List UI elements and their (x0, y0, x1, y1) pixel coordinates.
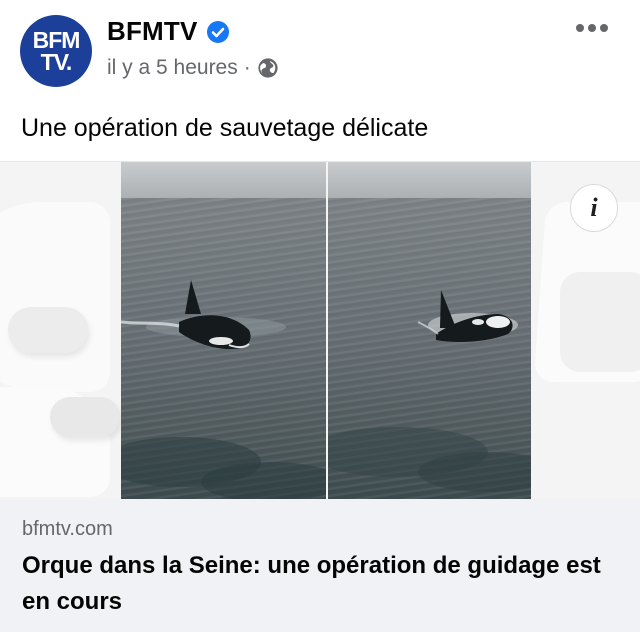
more-dot (600, 24, 608, 32)
post-timestamp[interactable]: il y a 5 heures (107, 56, 238, 80)
info-glyph: i (590, 193, 598, 222)
post-header: BFM TV. BFMTV il y a 5 heures · (0, 0, 640, 105)
info-icon[interactable]: i (570, 184, 618, 232)
page-name-row: BFMTV (107, 16, 230, 47)
orca-illustration (328, 290, 531, 492)
meta-separator: · (243, 56, 251, 79)
more-dot (588, 24, 596, 32)
link-domain: bfmtv.com (22, 518, 113, 540)
verified-badge-icon (206, 20, 229, 43)
more-dot (576, 24, 584, 32)
link-preview[interactable]: bfmtv.com Orque dans la Seine: une opéra… (0, 499, 640, 632)
more-options-icon[interactable] (572, 14, 612, 42)
avatar-logo-line1: BFM (32, 27, 81, 53)
page-name[interactable]: BFMTV (107, 16, 198, 47)
page-avatar[interactable]: BFM TV. (20, 15, 92, 87)
post-message: Une opération de sauvetage délicate (21, 114, 429, 142)
background-shape (560, 272, 640, 372)
orca-illustration (121, 280, 326, 499)
post-media-image[interactable] (0, 161, 640, 499)
orca-frame-left (121, 162, 326, 499)
avatar-logo-line2: TV. (40, 49, 73, 75)
globe-icon[interactable] (257, 57, 279, 79)
post-meta: il y a 5 heures · (107, 56, 279, 80)
background-shape (50, 397, 120, 437)
link-title[interactable]: Orque dans la Seine: une opération de gu… (22, 548, 627, 620)
orca-frame-right (328, 162, 531, 499)
background-shape (8, 307, 88, 353)
background-shape (0, 202, 110, 392)
